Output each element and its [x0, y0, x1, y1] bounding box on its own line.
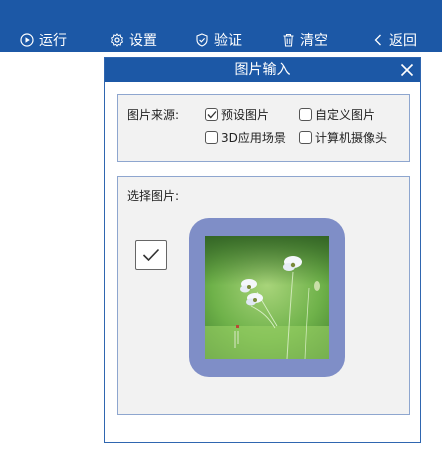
- trash-icon: [283, 34, 294, 47]
- checkbox[interactable]: [299, 131, 312, 144]
- back-button[interactable]: 返回: [372, 28, 417, 52]
- image-source-panel: 图片来源: 预设图片 自定义图片 3D应用场景 计算机摄像头: [117, 94, 410, 162]
- flower-image-graphic: [205, 236, 329, 359]
- check-icon: [142, 248, 160, 262]
- shield-check-icon: [196, 33, 208, 47]
- settings-button[interactable]: 设置: [110, 28, 157, 52]
- source-option-label: 计算机摄像头: [315, 131, 388, 145]
- chevron-left-icon: [374, 34, 381, 46]
- title-bar: [0, 0, 442, 28]
- back-label: 返回: [389, 33, 417, 49]
- source-option-camera[interactable]: 计算机摄像头: [299, 129, 387, 146]
- image-source-label: 图片来源:: [127, 108, 180, 122]
- source-option-3d-scene[interactable]: 3D应用场景: [205, 129, 286, 146]
- close-icon[interactable]: [398, 61, 416, 79]
- source-option-label: 预设图片: [221, 108, 270, 122]
- settings-label: 设置: [129, 33, 157, 49]
- run-button[interactable]: 运行: [20, 28, 67, 52]
- checkbox[interactable]: [205, 131, 218, 144]
- toolbar: 运行 设置 验证 清空 返回: [0, 28, 442, 52]
- dialog-header: 图片输入: [105, 58, 420, 82]
- image-thumbnail-frame[interactable]: [189, 218, 345, 377]
- source-option-label: 3D应用场景: [221, 131, 286, 145]
- check-icon: [207, 111, 216, 119]
- checkbox-checked[interactable]: [205, 108, 218, 121]
- source-option-custom[interactable]: 自定义图片: [299, 106, 375, 123]
- dialog-title: 图片输入: [234, 62, 291, 78]
- gear-icon: [110, 33, 124, 47]
- source-option-label: 自定义图片: [315, 108, 376, 122]
- select-image-panel: 选择图片:: [117, 176, 410, 415]
- source-option-preset[interactable]: 预设图片: [205, 106, 269, 123]
- play-circle-icon: [20, 33, 34, 47]
- image-input-dialog: 图片输入 图片来源: 预设图片 自定义图片 3D应用场景 计算机摄像头 选择图片…: [104, 57, 421, 443]
- image-select-checkbox[interactable]: [135, 240, 167, 270]
- run-label: 运行: [39, 33, 67, 49]
- verify-button[interactable]: 验证: [195, 28, 242, 52]
- clear-label: 清空: [300, 33, 328, 49]
- clear-button[interactable]: 清空: [282, 28, 328, 52]
- verify-label: 验证: [214, 33, 242, 49]
- select-image-label: 选择图片:: [127, 189, 180, 203]
- flower-image: [205, 236, 329, 359]
- checkbox[interactable]: [299, 108, 312, 121]
